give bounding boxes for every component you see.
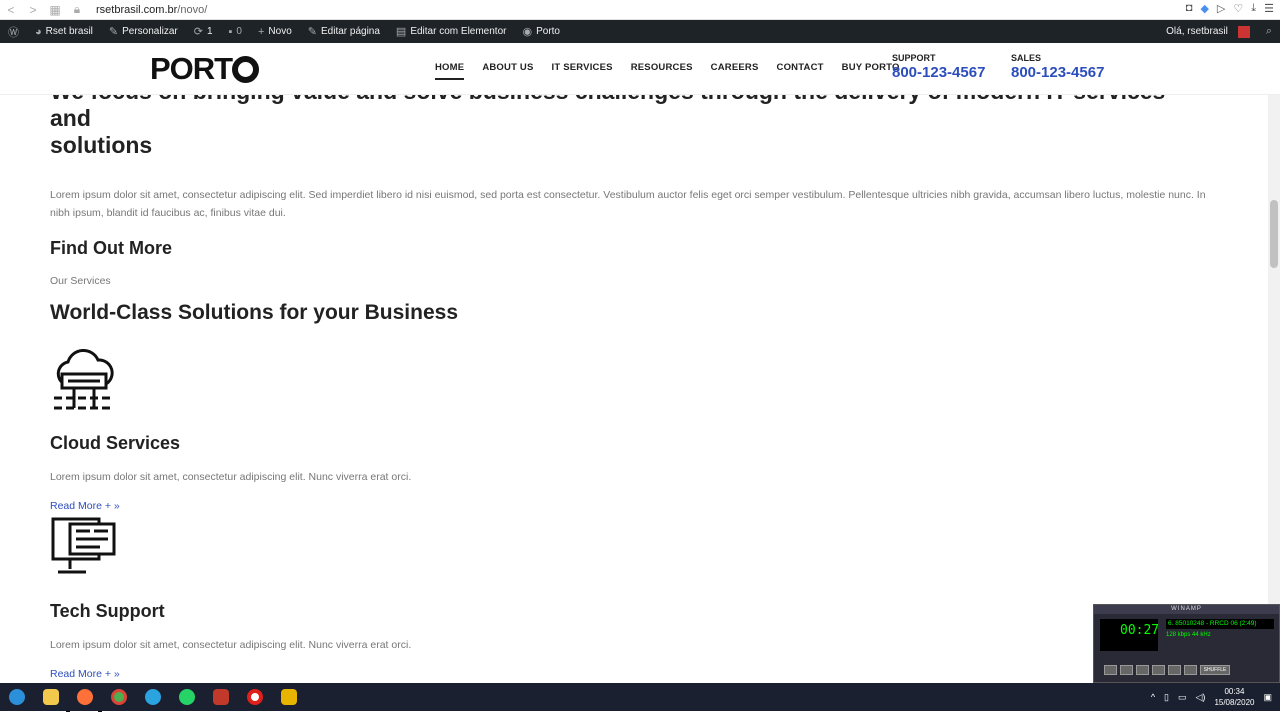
page-scrollbar[interactable] <box>1268 95 1280 683</box>
service-text-tech: Lorem ipsum dolor sit amet, consectetur … <box>50 639 412 651</box>
section-title: World-Class Solutions for your Business <box>50 301 459 324</box>
page-content: We focus on bringing value and solve bus… <box>50 78 1210 712</box>
wp-logo-item[interactable]: Ⓦ <box>0 20 27 43</box>
grid-icon[interactable]: ▦ <box>44 3 66 17</box>
service-title-tech: Tech Support <box>50 601 165 621</box>
play-button[interactable] <box>1120 665 1133 675</box>
elementor-icon: ▤ <box>395 26 407 38</box>
nav-it-services[interactable]: IT SERVICES <box>552 62 613 80</box>
winamp-title[interactable]: WINAMP <box>1094 605 1279 614</box>
winamp-controls: SHUFFLE <box>1104 665 1230 675</box>
gauge-icon: ◕ <box>35 25 42 38</box>
shuffle-button[interactable]: SHUFFLE <box>1200 665 1230 675</box>
nav-buy-porto[interactable]: BUY PORTO <box>842 62 900 80</box>
search-icon: ⌕ <box>1265 25 1272 37</box>
scrollbar-thumb[interactable] <box>1270 200 1278 268</box>
wp-account[interactable]: Olá, rsetbrasil <box>1158 20 1258 43</box>
tools-icon[interactable] <box>204 683 238 711</box>
wp-search[interactable]: ⌕ <box>1258 20 1280 43</box>
forward-icon[interactable]: > <box>22 3 44 17</box>
porto-logo[interactable]: PORT <box>150 51 260 87</box>
wp-customize[interactable]: ✎ Personalizar <box>101 20 186 43</box>
wp-admin-bar: Ⓦ ◕ Rset brasil ✎ Personalizar ⟳ 1 ▪ 0 + Novo… <box>0 20 1280 43</box>
main-nav: HOME ABOUT US IT SERVICES RESOURCES CARE… <box>435 62 900 80</box>
plus-icon: + <box>257 25 265 38</box>
system-tray: ^ ▯ ▭ ◁) 00:34 15/08/2020 ▣ <box>1151 683 1280 711</box>
intro-paragraph: Lorem ipsum dolor sit amet, consectetur … <box>50 189 1206 219</box>
service-title-cloud: Cloud Services <box>50 433 181 453</box>
winamp-time: 00:27 <box>1100 619 1159 651</box>
winamp-bitrate: 128 kbps 44 kHz <box>1166 632 1211 638</box>
prev-button[interactable] <box>1104 665 1117 675</box>
support-phone[interactable]: 800-123-4567 <box>892 64 985 81</box>
sales-phone[interactable]: 800-123-4567 <box>1011 64 1104 81</box>
our-services-label: Our Services <box>50 275 111 287</box>
network-icon[interactable]: ▭ <box>1178 692 1187 703</box>
nav-about-us[interactable]: ABOUT US <box>482 62 533 80</box>
pause-button[interactable] <box>1136 665 1149 675</box>
eject-button[interactable] <box>1184 665 1197 675</box>
wp-new[interactable]: + Novo <box>250 20 300 43</box>
pencil-icon: ✎ <box>307 26 317 38</box>
back-icon[interactable]: < <box>0 3 22 17</box>
menu-icon[interactable]: ☰ <box>1264 2 1274 15</box>
address-bar[interactable]: rsetbrasil.com.br/novo/ <box>96 4 207 16</box>
computer-monitor-icon <box>51 517 116 574</box>
wp-elementor[interactable]: ▤ Editar com Elementor <box>388 20 515 43</box>
wp-comments[interactable]: ▪ 0 <box>221 20 250 43</box>
sales-label: SALES <box>1011 53 1042 63</box>
battery-icon[interactable]: ▯ <box>1164 692 1169 703</box>
lock-icon: 🔒︎ <box>73 2 81 16</box>
clock[interactable]: 00:34 15/08/2020 <box>1214 686 1254 708</box>
wordpress-icon: Ⓦ <box>8 26 19 39</box>
edge-icon[interactable] <box>0 683 34 711</box>
volume-icon[interactable]: ◁) <box>1196 692 1206 703</box>
chevron-up-icon[interactable]: ^ <box>1151 692 1155 702</box>
wp-site-name[interactable]: ◕ Rset brasil <box>27 20 101 43</box>
stop-button[interactable] <box>1152 665 1165 675</box>
support-contact: SUPPORT 800-123-4567 <box>892 53 985 81</box>
wp-updates[interactable]: ⟳ 1 <box>186 20 221 43</box>
browser-toolbar: < > ▦ 🔒︎ rsetbrasil.com.br/novo/ ◘ ◆ ▷ ♡… <box>0 0 1280 20</box>
whatsapp-icon[interactable] <box>170 683 204 711</box>
camera-icon[interactable]: ◘ <box>1186 2 1193 15</box>
brush-icon: ✎ <box>108 26 119 38</box>
service-text-cloud: Lorem ipsum dolor sit amet, consectetur … <box>50 471 412 483</box>
firefox-icon[interactable] <box>68 683 102 711</box>
send-icon[interactable]: ▷ <box>1217 2 1225 15</box>
avatar <box>1237 25 1250 38</box>
nav-resources[interactable]: RESOURCES <box>631 62 693 80</box>
telegram-icon[interactable] <box>136 683 170 711</box>
read-more-cloud[interactable]: Read More + » <box>50 500 1210 512</box>
nav-contact[interactable]: CONTACT <box>777 62 824 80</box>
read-more-tech[interactable]: Read More + » <box>50 668 1210 680</box>
nav-home[interactable]: HOME <box>435 62 465 80</box>
winamp-player: WINAMP 00:27 6. 85010248 - RRCD 06 (2:49… <box>1093 604 1280 683</box>
notification-icon[interactable]: ▣ <box>1263 692 1272 703</box>
support-label: SUPPORT <box>892 53 936 63</box>
site-header: PORT HOME ABOUT US IT SERVICES RESOURCES… <box>0 43 1280 95</box>
nav-careers[interactable]: CAREERS <box>711 62 759 80</box>
download-icon[interactable]: ⤓ <box>1251 2 1256 15</box>
comment-icon: ▪ <box>228 25 233 38</box>
chrome-icon[interactable] <box>102 683 136 711</box>
file-explorer-icon[interactable] <box>34 683 68 711</box>
wp-edit-page[interactable]: ✎ Editar página <box>300 20 388 43</box>
next-button[interactable] <box>1168 665 1181 675</box>
find-out-more-heading: Find Out More <box>50 238 172 258</box>
porto-icon: ◉ <box>522 26 533 38</box>
windows-taskbar: ^ ▯ ▭ ◁) 00:34 15/08/2020 ▣ <box>0 683 1280 711</box>
opera-icon[interactable] <box>238 683 272 711</box>
heart-icon[interactable]: ♡ <box>1233 2 1243 15</box>
wp-porto[interactable]: ◉ Porto <box>514 20 568 43</box>
sales-contact: SALES 800-123-4567 <box>1011 53 1104 81</box>
cloud-server-icon <box>54 349 114 410</box>
winamp-song: 6. 85010248 - RRCD 06 (2:49) <box>1166 619 1274 629</box>
shield-icon[interactable]: ◆ <box>1200 2 1208 15</box>
browser-extensions: ◘ ◆ ▷ ♡ ⤓ ☰ <box>1186 2 1274 15</box>
winamp-taskbar-icon[interactable] <box>272 683 306 711</box>
refresh-icon: ⟳ <box>193 26 203 38</box>
